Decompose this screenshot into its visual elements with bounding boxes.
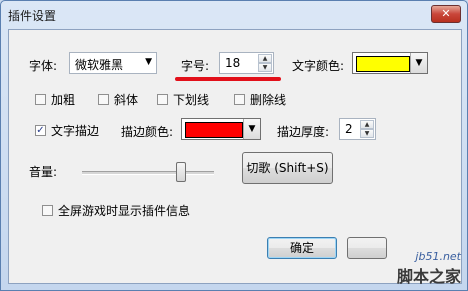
volume-slider-track[interactable] [82,171,214,175]
switch-song-button[interactable]: 切歌 (Shift+S) [242,152,333,184]
watermark-url: jb51.net [415,250,461,263]
font-label: 字体: [29,59,58,73]
spin-up-button[interactable]: ▲ [258,54,272,63]
watermark: jb51.net 脚本之家 [397,250,461,287]
outline-label: 文字描边 [51,124,100,138]
outline-color-label: 描边颜色: [121,125,174,139]
dialog-content: 字体: 微软雅黑 ▼ 字号: 18 ▲ ▼ 文字颜色: ▼ 加粗 斜体 下划线 … [8,29,462,284]
close-button[interactable]: ✕ [431,5,461,23]
font-value: 微软雅黑 [75,58,124,72]
underline-label: 下划线 [173,93,210,107]
text-color-label: 文字颜色: [292,59,345,73]
fullscreen-info-checkbox[interactable] [42,205,53,216]
title-bar[interactable]: 插件设置 ✕ [1,1,467,27]
chevron-down-icon: ▼ [145,57,152,67]
settings-dialog: 插件设置 ✕ 字体: 微软雅黑 ▼ 字号: 18 ▲ ▼ 文字颜色: ▼ 加粗 [0,0,468,291]
outline-checkbox[interactable]: ✓ [35,125,46,136]
outline-color-picker[interactable]: ▼ [181,118,261,140]
bold-label: 加粗 [51,93,76,107]
volume-slider-thumb[interactable] [175,162,186,182]
strikethrough-checkbox[interactable] [234,94,245,105]
italic-label: 斜体 [114,93,139,107]
size-label: 字号: [181,59,210,73]
size-spinner[interactable]: 18 ▲ ▼ [219,52,274,74]
watermark-name: 脚本之家 [396,267,461,286]
close-icon: ✕ [441,7,451,20]
bold-checkbox[interactable] [35,94,46,105]
font-select[interactable]: 微软雅黑 ▼ [69,52,157,74]
volume-label: 音量: [29,165,58,179]
fullscreen-info-label: 全屏游戏时显示插件信息 [58,204,191,218]
outline-thickness-label: 描边厚度: [277,125,330,139]
chevron-down-icon: ▼ [410,53,427,73]
red-annotation-underline [175,77,281,81]
spin-down-button[interactable]: ▼ [360,129,374,138]
size-value: 18 [225,56,241,70]
underline-checkbox[interactable] [157,94,168,105]
strikethrough-label: 删除线 [250,93,287,107]
outline-color-swatch [185,122,243,138]
cancel-button-partial[interactable] [347,237,387,259]
text-color-swatch [356,56,410,72]
window-title: 插件设置 [8,9,57,23]
spin-down-button[interactable]: ▼ [258,63,272,72]
chevron-down-icon: ▼ [243,119,260,139]
outline-thickness-value: 2 [345,122,353,136]
outline-thickness-spinner[interactable]: 2 ▲ ▼ [339,118,376,140]
text-color-picker[interactable]: ▼ [352,52,428,74]
ok-button[interactable]: 确定 [267,237,337,259]
italic-checkbox[interactable] [98,94,109,105]
spin-up-button[interactable]: ▲ [360,120,374,129]
checkmark-icon: ✓ [36,125,45,136]
